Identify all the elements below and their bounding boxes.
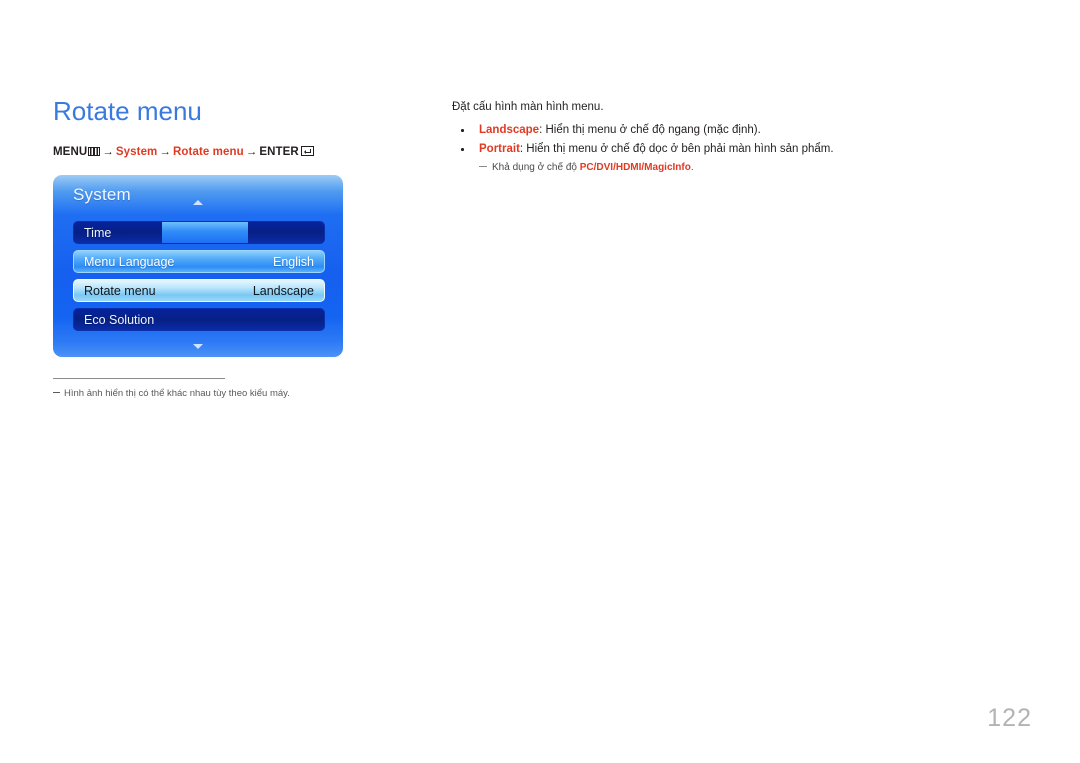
osd-row-label: Eco Solution [84, 312, 155, 327]
osd-panel-title: System [73, 185, 131, 204]
footnote-text-row: Hình ảnh hiển thị có thể khác nhau tùy t… [53, 387, 393, 400]
enter-return-icon [300, 146, 314, 156]
right-column: Đặt cấu hình màn hình menu. Landscape: H… [452, 100, 1012, 175]
left-column: Rotate menu MENU → System → Rotate menu → ENTE… [53, 96, 433, 158]
availability-note: Khả dụng ở chế độ PC/DVI/HDMI/MagicInfo. [452, 161, 1012, 175]
footnote-divider [53, 378, 225, 379]
page-title: Rotate menu [53, 96, 202, 126]
page-number: 122 [987, 704, 1032, 732]
option-description: : Hiển thị menu ở chế độ ngang (mặc định… [539, 124, 761, 136]
osd-row-label: Rotate menu [84, 283, 156, 298]
option-keyword-portrait: Portrait [479, 143, 520, 155]
note-dash-icon [479, 166, 487, 168]
osd-menu-panel: System Time Menu Language English Rotate… [53, 175, 343, 357]
availability-note-prefix: Khả dụng ở chế độ [492, 162, 580, 173]
list-item: Landscape: Hiển thị menu ở chế độ ngang … [452, 121, 1012, 140]
osd-row-label: Menu Language [84, 254, 175, 269]
bullet-dot-icon [461, 148, 464, 151]
osd-row-time-fill [162, 222, 248, 243]
availability-note-modes: PC/DVI/HDMI/MagicInfo [579, 162, 691, 173]
option-keyword-landscape: Landscape [479, 124, 540, 136]
footnote-block: Hình ảnh hiển thị có thể khác nhau tùy t… [53, 378, 393, 400]
footnote-text: Hình ảnh hiển thị có thể khác nhau tùy t… [64, 388, 290, 399]
caret-up-icon[interactable] [193, 200, 203, 205]
breadcrumb-enter-label: ENTER [259, 146, 299, 158]
osd-row-value: English [273, 254, 314, 269]
breadcrumb-arrow-2: → [159, 146, 171, 158]
osd-row-label: Time [84, 225, 112, 240]
caret-down-icon[interactable] [193, 344, 203, 349]
breadcrumb-step-system: System [115, 146, 158, 158]
option-bullet-list: Landscape: Hiển thị menu ở chế độ ngang … [452, 121, 1012, 175]
breadcrumb-arrow-1: → [102, 146, 114, 158]
availability-note-suffix: . [690, 162, 694, 173]
osd-row-list: Time Menu Language English Rotate menu L… [73, 221, 325, 337]
intro-text: Đặt cấu hình màn hình menu. [452, 101, 604, 113]
menu-grid-icon [88, 147, 101, 156]
bullet-dot-icon [461, 129, 464, 132]
breadcrumb-arrow-3: → [245, 146, 258, 158]
osd-row-eco-solution[interactable]: Eco Solution [73, 308, 325, 331]
osd-row-value: Landscape [252, 283, 314, 298]
list-item: Portrait: Hiển thị menu ở chế độ dọc ở b… [452, 140, 1012, 159]
option-description: : Hiển thị menu ở chế độ dọc ở bên phải … [519, 143, 834, 155]
osd-row-menu-language[interactable]: Menu Language English [73, 250, 325, 273]
osd-row-rotate-menu[interactable]: Rotate menu Landscape [73, 279, 325, 302]
footnote-dash-icon [53, 392, 60, 393]
breadcrumb: MENU → System → Rotate menu → ENTER [53, 146, 433, 158]
osd-row-time[interactable]: Time [73, 221, 325, 244]
breadcrumb-menu-label: MENU [53, 146, 88, 158]
breadcrumb-step-rotate-menu: Rotate menu [173, 146, 244, 158]
